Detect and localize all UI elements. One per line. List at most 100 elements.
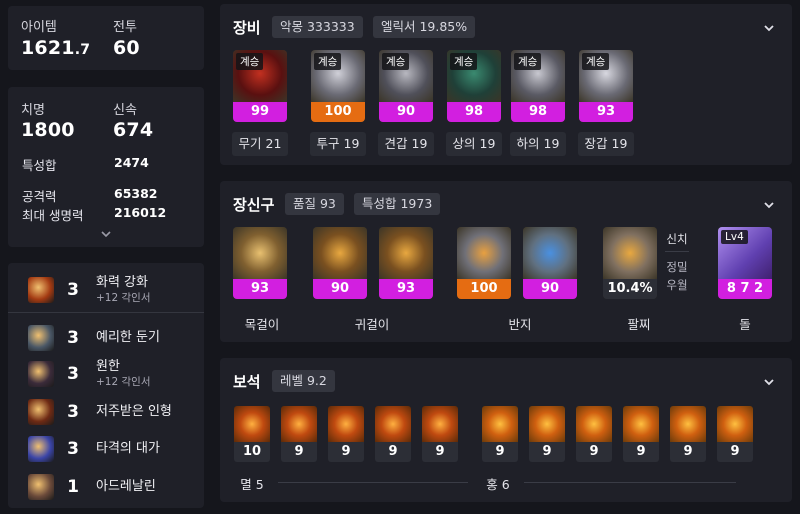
engraving-row[interactable]: 3 예리한 둔기	[8, 319, 212, 357]
quality-bar: 8 7 2	[718, 279, 772, 299]
engravings-panel: 3 화력 강화 +12 각인서 3 예리한 둔기 3 원한 +12 각인서 3 저주받은 인형 3 타…	[8, 263, 204, 508]
blunt-icon	[28, 325, 54, 351]
crit-label: 치명	[21, 103, 45, 118]
equipment-caption: 투구 19	[310, 132, 366, 156]
crimson-gem[interactable]: 9	[670, 406, 706, 462]
engraving-row[interactable]: 3 타격의 대가	[8, 430, 212, 468]
quality-bar: 99	[233, 102, 287, 122]
gem-level: 9	[281, 442, 317, 462]
equipment-collapse-chevron-icon[interactable]	[762, 21, 776, 35]
equipment-title: 장비	[233, 19, 261, 37]
bracelet-effect-1: 신치	[666, 232, 688, 246]
annihilation-gem[interactable]: 9	[281, 406, 317, 462]
annihilation-gem[interactable]: 9	[422, 406, 458, 462]
quality-bar: 90	[523, 279, 577, 299]
gem-level: 9	[670, 442, 706, 462]
accessories-panel: 장신구 품질 93 특성합 1973 93 90 93 100 90 10.4% 8 7 2…	[220, 181, 792, 342]
bracelet-effects: 신치 정밀 우월	[662, 227, 692, 299]
necklace-caption: 목걸이	[244, 317, 280, 332]
equipment-slot-gloves[interactable]: 계승 93	[579, 50, 633, 122]
quality-bar: 90	[379, 102, 433, 122]
adrenaline-icon	[28, 474, 54, 500]
equipment-slot-chest[interactable]: 계승 98	[447, 50, 501, 122]
earring-2-icon	[379, 227, 433, 279]
gems-panel: 보석 레벨 9.2 10 9 9 9 9 9 9 9 9 9 9 멸 5 홍 6	[220, 358, 792, 502]
rings-caption: 반지	[508, 317, 532, 332]
expand-stats-chevron-icon[interactable]	[100, 229, 112, 239]
inherit-tag: 계승	[514, 53, 542, 70]
hp-label: 최대 생명력	[22, 208, 84, 223]
accessory-slot-ring-1[interactable]: 100	[457, 227, 511, 299]
crimson-gem[interactable]: 9	[623, 406, 659, 462]
engraving-level: 3	[67, 280, 79, 300]
ring-2-icon	[523, 227, 577, 279]
engraving-name: 저주받은 인형	[96, 404, 172, 419]
crimson-gem[interactable]: 9	[529, 406, 565, 462]
accessory-slot-ability-stone[interactable]: 8 7 2 Lv4	[718, 227, 772, 299]
strike-icon	[28, 436, 54, 462]
equipment-caption: 하의 19	[510, 132, 566, 156]
engraving-book-bonus: +12 각인서	[96, 291, 151, 304]
grudge-icon	[28, 361, 54, 387]
stone-level-tag: Lv4	[721, 230, 748, 244]
gems-title: 보석	[233, 373, 261, 391]
equipment-slot-helmet[interactable]: 계승 100	[311, 50, 365, 122]
bracelet-effect-3: 우월	[666, 278, 688, 292]
item-level-value: 1621.7	[21, 37, 91, 59]
engraving-row[interactable]: 1 아드레날린	[8, 468, 212, 506]
annihilation-divider	[278, 482, 468, 483]
item-level-label: 아이템	[21, 20, 57, 35]
elixir-chip: 엘릭서 19.85%	[373, 16, 476, 38]
earring-1-icon	[313, 227, 367, 279]
inherit-tag: 계승	[450, 53, 478, 70]
crimson-gem[interactable]: 9	[576, 406, 612, 462]
engraving-row[interactable]: 3 원한 +12 각인서	[8, 355, 212, 393]
hp-value: 216012	[114, 205, 167, 220]
engraving-row[interactable]: 3 저주받은 인형	[8, 393, 212, 431]
attack-row: 공격력 65382	[22, 186, 194, 205]
quality-bar: 100	[311, 102, 365, 122]
inherit-tag: 계승	[582, 53, 610, 70]
equipment-caption: 무기 21	[232, 132, 288, 156]
gem-level-chip: 레벨 9.2	[272, 370, 335, 392]
equipment-slot-weapon[interactable]: 계승 99	[233, 50, 287, 122]
hp-row: 최대 생명력 216012	[22, 205, 194, 224]
equipment-panel: 장비 악몽 333333 엘릭서 19.85% 계승 99 무기 21 계승 100 투구…	[220, 4, 792, 165]
accessory-slot-necklace[interactable]: 93	[233, 227, 287, 299]
equipment-slot-pants[interactable]: 계승 98	[511, 50, 565, 122]
total-stat-chip: 특성합 1973	[354, 193, 441, 215]
annihilation-gem[interactable]: 10	[234, 406, 270, 462]
crimson-gem[interactable]: 9	[482, 406, 518, 462]
engraving-name: 원한	[96, 358, 120, 374]
accessory-slot-earring-1[interactable]: 90	[313, 227, 367, 299]
engraving-level: 3	[67, 328, 79, 348]
quality-bar: 93	[379, 279, 433, 299]
engraving-name: 예리한 둔기	[96, 330, 160, 345]
necklace-icon	[233, 227, 287, 279]
equipment-slot-shoulder[interactable]: 계승 90	[379, 50, 433, 122]
engraving-level: 3	[67, 364, 79, 384]
crimson-divider	[524, 482, 736, 483]
accessory-slot-bracelet[interactable]: 10.4%	[603, 227, 657, 299]
crimson-gem-icon	[623, 406, 659, 442]
gem-level: 9	[529, 442, 565, 462]
accessories-collapse-chevron-icon[interactable]	[762, 198, 776, 212]
crimson-gem[interactable]: 9	[717, 406, 753, 462]
annihilation-gem[interactable]: 9	[375, 406, 411, 462]
swift-value: 674	[113, 119, 154, 141]
gem-level: 9	[576, 442, 612, 462]
accessory-slot-earring-2[interactable]: 93	[379, 227, 433, 299]
gem-level: 9	[328, 442, 364, 462]
accessory-slot-ring-2[interactable]: 90	[523, 227, 577, 299]
earrings-caption: 귀걸이	[354, 317, 390, 332]
engraving-level: 3	[67, 402, 79, 422]
gems-collapse-chevron-icon[interactable]	[762, 375, 776, 389]
annihilation-gem[interactable]: 9	[328, 406, 364, 462]
engraving-row[interactable]: 3 화력 강화 +12 각인서	[8, 271, 212, 309]
equipment-caption: 장갑 19	[578, 132, 634, 156]
engraving-divider	[8, 312, 204, 313]
gem-level: 9	[717, 442, 753, 462]
doll-icon	[28, 399, 54, 425]
crimson-gem-caption: 홍 6	[486, 477, 510, 492]
stats-panel: 치명 1800 신속 674 특성합 2474 공격력 65382 최대 생명력…	[8, 87, 204, 247]
